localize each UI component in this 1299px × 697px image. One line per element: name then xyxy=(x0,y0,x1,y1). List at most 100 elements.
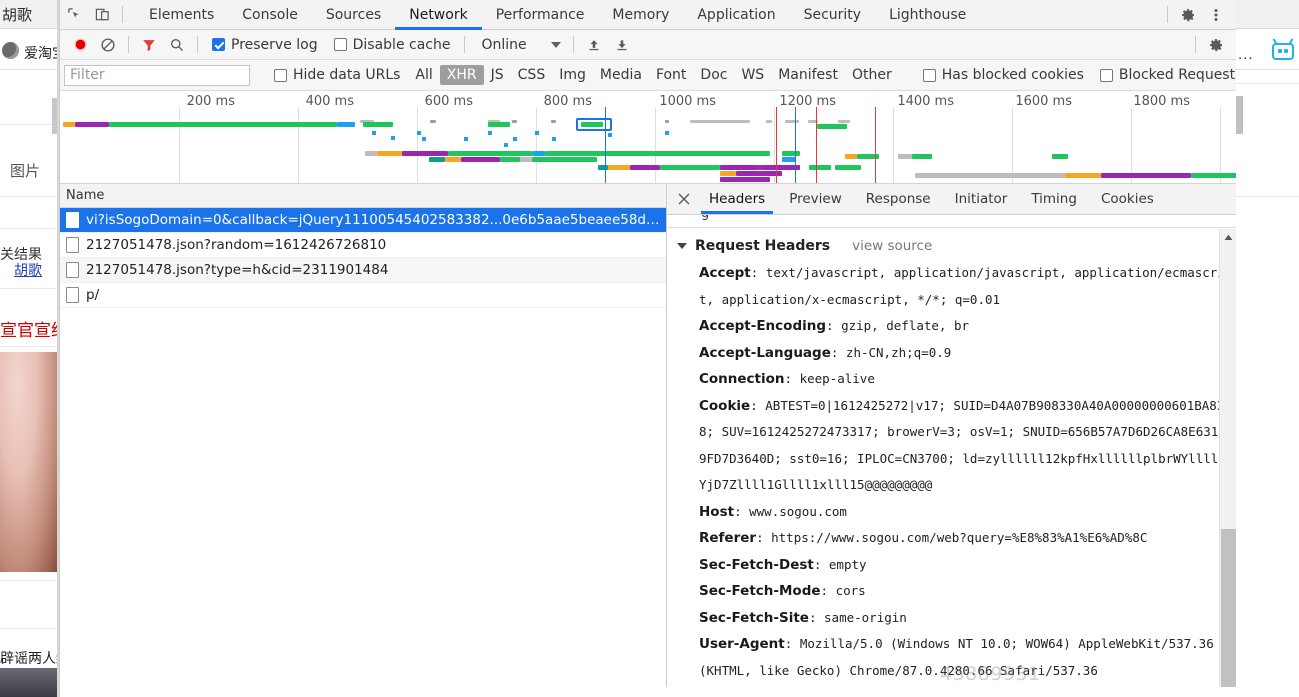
toolbar-separator xyxy=(197,36,198,53)
detail-tab-strip: Headers Preview Response Initiator Timin… xyxy=(667,184,1236,215)
tab-console[interactable]: Console xyxy=(228,0,312,30)
view-source-link[interactable]: view source xyxy=(852,238,932,254)
table-row[interactable]: p/ xyxy=(60,283,666,308)
tab-cookies[interactable]: Cookies xyxy=(1089,184,1166,214)
tab-security[interactable]: Security xyxy=(790,0,876,30)
filter-type-css[interactable]: CSS xyxy=(511,65,553,85)
page-scrollbar-thumb-right[interactable] xyxy=(1236,96,1243,134)
checkbox-box[interactable] xyxy=(922,68,936,82)
filter-type-xhr[interactable]: XHR xyxy=(439,65,484,85)
tab-headers[interactable]: Headers xyxy=(697,184,777,214)
overview-bar xyxy=(782,151,800,156)
overview-bar xyxy=(817,124,847,129)
record-button-icon[interactable] xyxy=(66,31,94,59)
network-overview-timeline[interactable]: 200 ms 400 ms 600 ms 800 ms 1000 ms 1200… xyxy=(60,91,1236,184)
overview-bar xyxy=(445,157,461,162)
overview-bar xyxy=(461,157,500,162)
table-row[interactable]: vi?isSogoDomain=0&callback=jQuery1110054… xyxy=(60,208,666,233)
header-name: Sec-Fetch-Site xyxy=(699,609,809,626)
overview-bar xyxy=(782,157,796,162)
header-name: Connection xyxy=(699,371,785,387)
table-row[interactable]: 2127051478.json?type=h&cid=2311901484 xyxy=(60,258,666,283)
overflow-dots[interactable]: ... xyxy=(1238,46,1254,63)
blocked-requests-label: Blocked Requests xyxy=(1118,67,1236,83)
settings-gear-icon[interactable] xyxy=(1202,31,1230,59)
bilibili-tv-icon[interactable] xyxy=(1272,43,1294,60)
tab-performance[interactable]: Performance xyxy=(482,0,599,30)
tab-response[interactable]: Response xyxy=(854,184,943,214)
checkbox-box[interactable] xyxy=(212,38,225,51)
tab-initiator[interactable]: Initiator xyxy=(943,184,1020,214)
header-value: ABTEST=0|1612425272|v17; SUID=D4A07B9083… xyxy=(699,397,1234,493)
filter-type-js[interactable]: JS xyxy=(484,65,511,85)
checkbox-box[interactable] xyxy=(333,38,347,51)
header-name: Sec-Fetch-Dest xyxy=(699,556,814,573)
tab-lighthouse[interactable]: Lighthouse xyxy=(875,0,980,30)
tab-memory[interactable]: Memory xyxy=(598,0,683,30)
toolbar-separator xyxy=(464,36,466,53)
filter-type-all[interactable]: All xyxy=(408,65,439,85)
network-filter-bar: Hide data URLs All XHR JS CSS Img Media … xyxy=(60,60,1236,91)
filter-input[interactable] xyxy=(64,64,250,86)
page-result-link[interactable]: 胡歌 xyxy=(14,260,42,280)
tab-timing[interactable]: Timing xyxy=(1019,184,1089,214)
checkbox-box[interactable] xyxy=(1099,68,1113,82)
blocked-requests-checkbox[interactable]: Blocked Requests xyxy=(1092,67,1236,83)
checkbox-box[interactable] xyxy=(274,68,287,82)
device-toolbar-icon[interactable] xyxy=(88,1,116,29)
browser-tab-title[interactable]: 胡歌 xyxy=(2,4,32,25)
filter-type-doc[interactable]: Doc xyxy=(693,65,734,85)
tab-sources[interactable]: Sources xyxy=(312,0,395,30)
clipped-label: g xyxy=(701,215,709,221)
overview-bar xyxy=(845,154,857,159)
overview-bar xyxy=(1065,173,1101,178)
filter-type-font[interactable]: Font xyxy=(649,65,693,85)
tab-elements[interactable]: Elements xyxy=(135,0,228,30)
column-header-name[interactable]: Name xyxy=(66,188,104,203)
network-throttling-select[interactable]: Online xyxy=(471,37,566,53)
close-icon[interactable] xyxy=(671,184,697,214)
more-vertical-icon[interactable] xyxy=(1202,1,1230,29)
overview-selection[interactable] xyxy=(576,118,612,131)
tab-preview[interactable]: Preview xyxy=(777,184,854,214)
overview-dot xyxy=(422,137,426,141)
clear-icon[interactable] xyxy=(94,31,122,59)
devtools-panel-tabs: Elements Console Sources Network Perform… xyxy=(135,0,980,30)
scrollbar-thumb[interactable] xyxy=(1221,529,1236,687)
overview-bar xyxy=(760,165,800,170)
triangle-down-icon[interactable] xyxy=(677,243,687,249)
filter-type-img[interactable]: Img xyxy=(552,65,593,85)
request-headers-section-header[interactable]: Request Headers view source xyxy=(667,229,1236,260)
settings-gear-icon[interactable] xyxy=(1174,1,1202,29)
overview-bar xyxy=(630,165,660,170)
header-name: Cookie xyxy=(699,397,751,414)
search-icon[interactable] xyxy=(163,31,191,59)
overview-bar xyxy=(109,122,337,127)
filter-type-ws[interactable]: WS xyxy=(734,65,771,85)
overview-dot xyxy=(417,131,421,135)
page-images-label[interactable]: 图片 xyxy=(10,160,40,181)
header-value: zh-CN,zh;q=0.9 xyxy=(845,344,952,360)
funnel-filter-icon[interactable] xyxy=(135,31,163,59)
tab-network[interactable]: Network xyxy=(395,0,483,30)
overview-bar xyxy=(488,122,510,127)
inspect-element-icon[interactable] xyxy=(60,1,88,29)
tab-application[interactable]: Application xyxy=(683,0,789,30)
scroll-up-arrow-icon[interactable] xyxy=(1220,229,1236,246)
has-blocked-cookies-checkbox[interactable]: Has blocked cookies xyxy=(915,67,1092,83)
filter-type-media[interactable]: Media xyxy=(593,65,649,85)
overview-dot xyxy=(391,136,395,140)
filter-type-other[interactable]: Other xyxy=(845,65,899,85)
overview-bar xyxy=(532,157,597,162)
export-har-icon[interactable] xyxy=(608,31,636,59)
hide-data-urls-checkbox[interactable]: Hide data URLs xyxy=(266,67,408,83)
table-row[interactable]: 2127051478.json?random=1612426726810 xyxy=(60,233,666,258)
overview-gridline xyxy=(536,107,537,183)
filter-type-manifest[interactable]: Manifest xyxy=(771,65,845,85)
toolbar-separator xyxy=(1195,36,1196,53)
overview-dot xyxy=(372,131,376,135)
preserve-log-checkbox[interactable]: Preserve log xyxy=(204,37,326,53)
disable-cache-checkbox[interactable]: Disable cache xyxy=(326,37,459,53)
detail-scrollbar[interactable] xyxy=(1219,229,1236,687)
import-har-icon[interactable] xyxy=(580,31,608,59)
